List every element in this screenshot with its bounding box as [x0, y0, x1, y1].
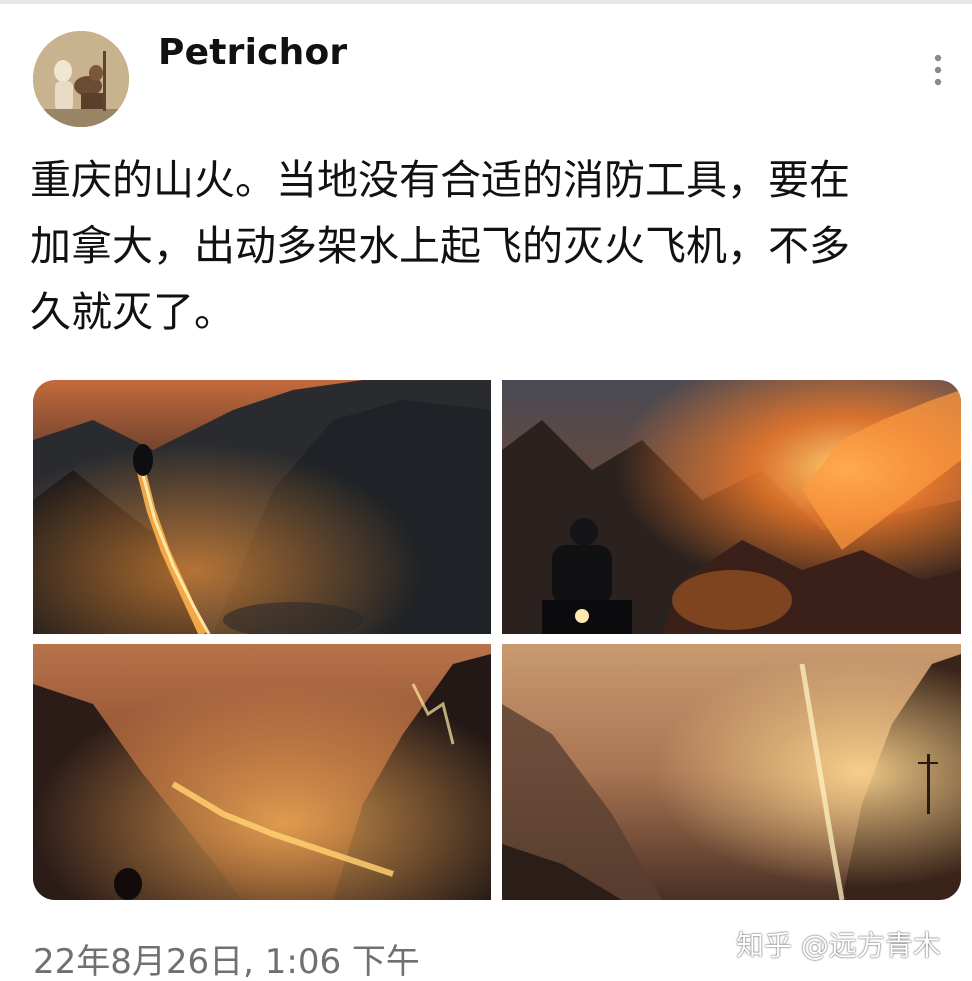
top-divider	[0, 0, 972, 4]
photo-grid	[33, 380, 961, 900]
username[interactable]: Petrichor	[158, 32, 347, 73]
wildfire-photo-2[interactable]	[502, 380, 961, 634]
post-text-line: 加拿大，出动多架水上起飞的灭火飞机，不多	[30, 222, 850, 270]
source-watermark: 知乎 @远方青木	[736, 929, 941, 962]
post-text-line: 久就灭了。	[30, 288, 235, 336]
social-post: Petrichor 重庆的山火。当地没有合适的消防工具，要在 加拿大，出动多架水…	[0, 0, 972, 981]
post-text: 重庆的山火。当地没有合适的消防工具，要在 加拿大，出动多架水上起飞的灭火飞机，不…	[30, 147, 950, 345]
wildfire-photo-1[interactable]	[33, 380, 491, 634]
avatar[interactable]	[33, 31, 129, 127]
more-vertical-icon[interactable]	[930, 52, 946, 88]
post-timestamp: 22年8月26日, 1:06 下午	[33, 942, 420, 981]
wildfire-photo-3[interactable]	[33, 644, 491, 900]
wildfire-photo-4[interactable]	[502, 644, 961, 900]
post-text-line: 重庆的山火。当地没有合适的消防工具，要在	[30, 156, 850, 204]
